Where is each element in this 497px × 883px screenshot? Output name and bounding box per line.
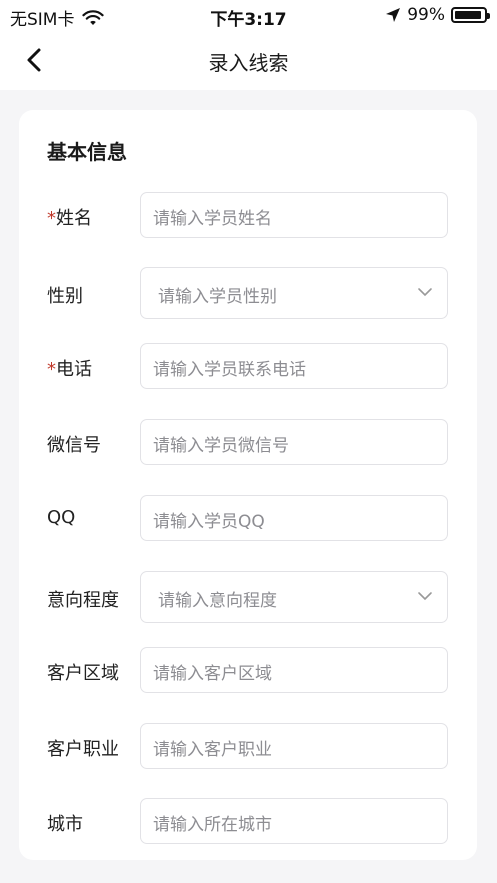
select-placeholder: 请输入意向程度 xyxy=(158,591,277,611)
intent-level-select[interactable]: 请输入意向程度 xyxy=(140,571,448,623)
input-placeholder: 请输入学员微信号 xyxy=(153,436,289,456)
input-placeholder: 请输入客户区域 xyxy=(153,664,272,684)
phone-input[interactable]: 请输入学员联系电话 xyxy=(140,343,448,389)
status-bar: 无SIM卡 下午3:17 99% xyxy=(0,0,497,30)
field-label: 性别 xyxy=(47,286,83,307)
input-placeholder: 请输入学员联系电话 xyxy=(153,360,306,380)
field-label: 意向程度 xyxy=(47,590,119,611)
field-label: 微信号 xyxy=(47,435,101,456)
name-input[interactable]: 请输入学员姓名 xyxy=(140,192,448,238)
required-mark: * xyxy=(47,208,56,229)
field-label: *电话 xyxy=(47,359,92,380)
input-placeholder: 请输入学员QQ xyxy=(153,512,265,532)
section-title: 基本信息 xyxy=(47,140,127,164)
field-row-occupation: 客户职业 请输入客户职业 xyxy=(19,723,477,773)
input-placeholder: 请输入所在城市 xyxy=(153,815,272,835)
field-label: 城市 xyxy=(47,814,83,835)
battery-icon xyxy=(451,7,490,23)
form-card: 基本信息 *姓名 请输入学员姓名 性别 请输入学员性别 *电话 请输入学员联系电… xyxy=(19,110,477,860)
qq-input[interactable]: 请输入学员QQ xyxy=(140,495,448,541)
nav-bar: 录入线索 xyxy=(0,30,497,90)
region-input[interactable]: 请输入客户区域 xyxy=(140,647,448,693)
field-row-gender: 性别 请输入学员性别 xyxy=(19,267,477,319)
input-placeholder: 请输入学员姓名 xyxy=(153,209,272,229)
field-row-region: 客户区域 请输入客户区域 xyxy=(19,647,477,697)
page-title: 录入线索 xyxy=(208,51,289,75)
gender-select[interactable]: 请输入学员性别 xyxy=(140,267,448,319)
chevron-down-icon xyxy=(418,592,432,601)
field-row-wechat: 微信号 请输入学员微信号 xyxy=(19,419,477,469)
chevron-down-icon xyxy=(418,288,432,297)
select-placeholder: 请输入学员性别 xyxy=(158,287,277,307)
field-label: 客户区域 xyxy=(47,663,119,684)
city-input[interactable]: 请输入所在城市 xyxy=(140,798,448,844)
field-label: *姓名 xyxy=(47,208,92,229)
field-label: QQ xyxy=(47,507,76,528)
battery-percent: 99% xyxy=(407,5,445,25)
field-row-name: *姓名 请输入学员姓名 xyxy=(19,192,477,242)
occupation-input[interactable]: 请输入客户职业 xyxy=(140,723,448,769)
field-row-city: 城市 请输入所在城市 xyxy=(19,798,477,848)
field-label: 客户职业 xyxy=(47,739,119,760)
status-right: 99% xyxy=(385,5,490,25)
input-placeholder: 请输入客户职业 xyxy=(153,740,272,760)
field-row-qq: QQ 请输入学员QQ xyxy=(19,495,477,545)
location-arrow-icon xyxy=(386,8,401,22)
field-row-intent: 意向程度 请输入意向程度 xyxy=(19,571,477,623)
field-row-phone: *电话 请输入学员联系电话 xyxy=(19,343,477,393)
wechat-input[interactable]: 请输入学员微信号 xyxy=(140,419,448,465)
required-mark: * xyxy=(47,359,56,380)
